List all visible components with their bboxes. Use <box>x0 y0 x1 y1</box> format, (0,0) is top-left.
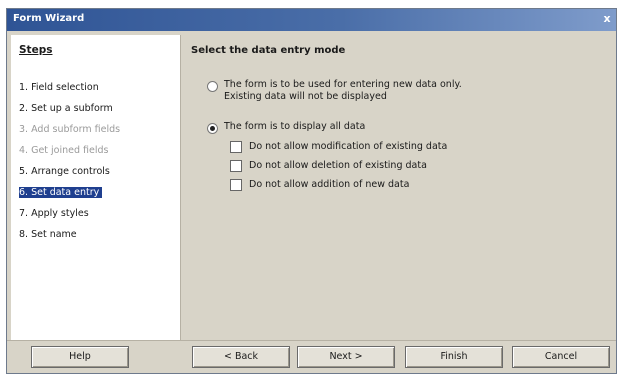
next-button[interactable]: Next > <box>297 346 395 368</box>
step-list: 1. Field selection 2. Set up a subform 3… <box>19 80 120 248</box>
checkbox[interactable] <box>230 160 242 172</box>
step-item-add-subform-fields: 3. Add subform fields <box>19 124 121 135</box>
back-button[interactable]: < Back <box>192 346 290 368</box>
radio-new-data-label: The form is to be used for entering new … <box>224 79 462 102</box>
checkbox[interactable] <box>230 141 242 153</box>
title-bar: Form Wizard x <box>7 9 616 31</box>
button-bar: Help < Back Next > Finish Cancel <box>7 340 616 373</box>
help-button[interactable]: Help <box>31 346 129 368</box>
steps-pane: Steps 1. Field selection 2. Set up a sub… <box>11 35 181 341</box>
radio-all-data-label: The form is to display all data <box>224 121 366 132</box>
step-item-set-name[interactable]: 8. Set name <box>19 227 120 248</box>
step-item-apply-styles[interactable]: 7. Apply styles <box>19 206 120 227</box>
finish-button[interactable]: Finish <box>405 346 503 368</box>
checkbox-no-modification[interactable]: Do not allow modification of existing da… <box>230 141 447 153</box>
checkbox[interactable] <box>230 179 242 191</box>
section-title: Select the data entry mode <box>191 45 346 56</box>
checkbox-no-deletion[interactable]: Do not allow deletion of existing data <box>230 160 427 172</box>
window-title: Form Wizard <box>13 13 85 24</box>
steps-header: Steps <box>19 44 53 56</box>
step-item-get-joined-fields: 4. Get joined fields <box>19 145 109 156</box>
checkbox-no-addition[interactable]: Do not allow addition of new data <box>230 179 409 191</box>
radio-display-all-data[interactable]: The form is to display all data <box>207 121 365 134</box>
step-item-arrange-controls[interactable]: 5. Arrange controls <box>19 164 120 185</box>
close-icon[interactable]: x <box>600 12 614 26</box>
cancel-button[interactable]: Cancel <box>512 346 610 368</box>
step-item-set-up-subform[interactable]: 2. Set up a subform <box>19 101 120 122</box>
form-wizard-window: Form Wizard x Steps 1. Field selection 2… <box>6 8 617 374</box>
content-pane: Select the data entry mode The form is t… <box>183 35 612 341</box>
radio-new-data-only[interactable]: The form is to be used for entering new … <box>207 79 462 103</box>
radio-button-selected[interactable] <box>207 123 218 134</box>
radio-button[interactable] <box>207 81 218 92</box>
step-item-set-data-entry[interactable]: 6. Set data entry <box>19 185 120 206</box>
step-item-field-selection[interactable]: 1. Field selection <box>19 80 120 101</box>
